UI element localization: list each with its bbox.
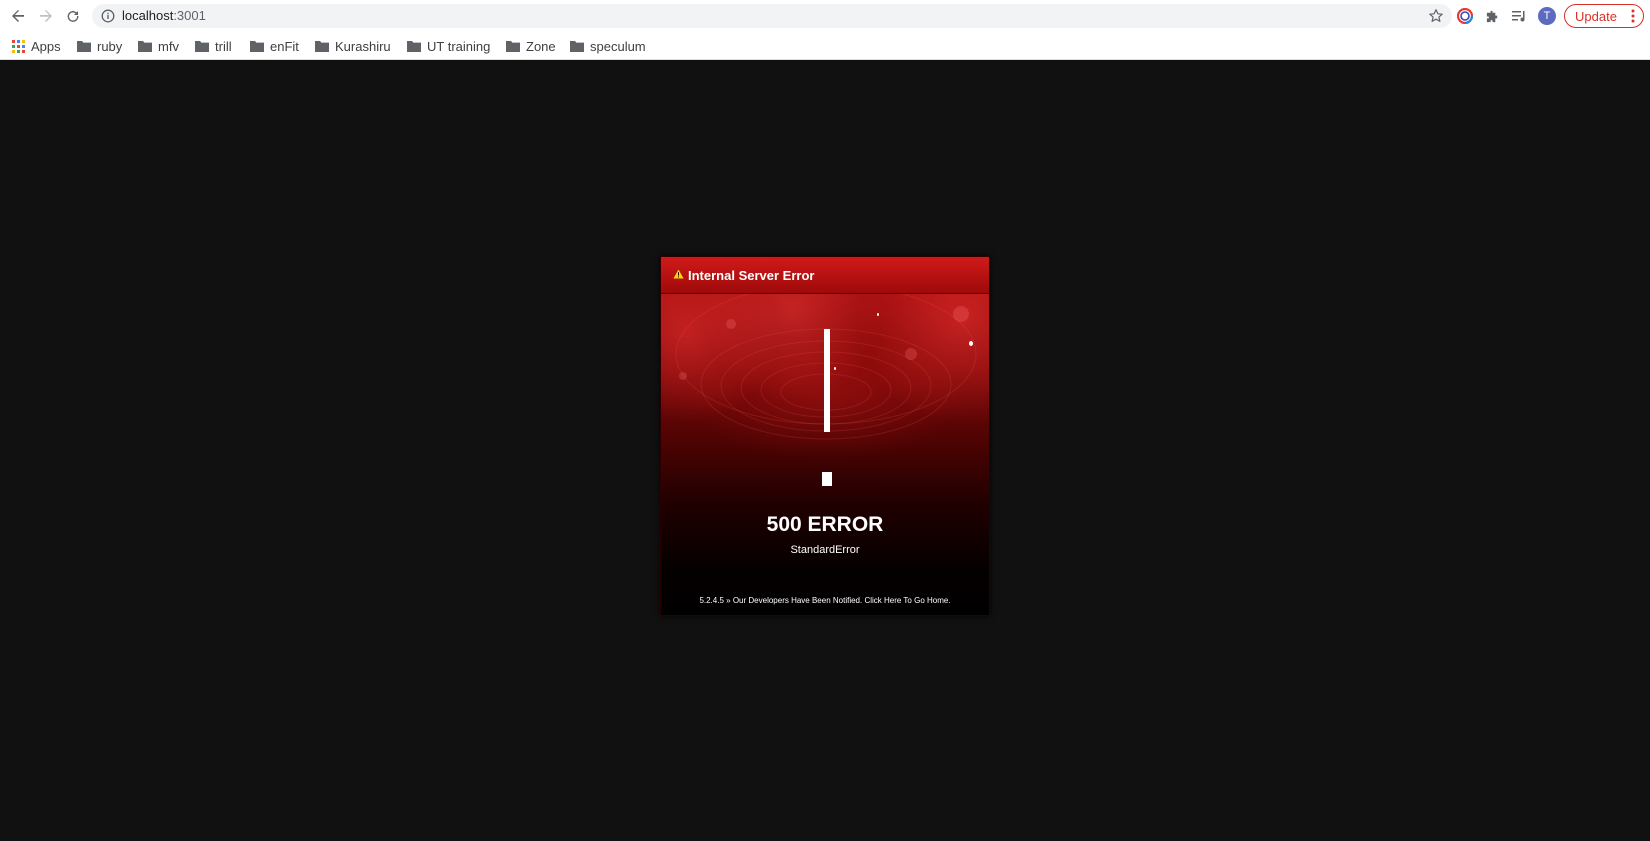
bookmark-label: mfv <box>158 38 179 54</box>
bookmark-folder-zone[interactable]: Zone <box>506 36 556 56</box>
bookmark-label: Kurashiru <box>335 38 391 54</box>
error-code: 500 ERROR <box>766 513 884 536</box>
folder-icon <box>138 41 152 52</box>
bookmark-label: Zone <box>526 38 556 54</box>
update-button[interactable]: Update <box>1564 4 1644 28</box>
warning-icon <box>673 269 684 279</box>
version-text: 5.2.4.5 <box>699 596 724 605</box>
url-host: localhost <box>122 8 174 23</box>
back-arrow-icon <box>12 10 24 22</box>
update-label: Update <box>1575 8 1617 24</box>
error-panel-body: 500 ERROR StandardError 5.2.4.5 » Our De… <box>661 294 989 615</box>
bookmark-folder-trill[interactable]: trill <box>195 36 232 56</box>
info-icon[interactable] <box>101 9 115 23</box>
error-panel-header: Internal Server Error <box>661 257 989 294</box>
back-button[interactable] <box>7 5 29 27</box>
error-panel: Internal Server Error 500 ERROR Standard… <box>660 256 990 616</box>
error-footer: 5.2.4.5 » Our Developers Have Been Notif… <box>661 596 989 605</box>
bookmark-folder-enfit[interactable]: enFit <box>250 36 299 56</box>
exception-name: StandardError <box>790 544 860 556</box>
spark <box>834 367 836 370</box>
folder-icon <box>506 41 520 52</box>
bookmark-label: ruby <box>97 38 123 54</box>
bookmark-label: UT training <box>427 38 491 54</box>
folder-icon <box>570 41 584 52</box>
folder-icon <box>250 41 264 52</box>
folder-icon <box>195 41 209 52</box>
bookmark-folder-ut-training[interactable]: UT training <box>407 36 490 56</box>
url-port: :3001 <box>173 8 206 23</box>
forward-arrow-icon <box>40 10 52 22</box>
spark <box>969 341 973 346</box>
broken-bar-graphic <box>824 329 830 432</box>
spark <box>877 313 879 316</box>
browser-toolbar: localhost:3001 T Update <box>0 0 1650 32</box>
bookmark-apps[interactable]: Apps <box>12 36 61 56</box>
puzzle-extensions-icon[interactable] <box>1483 7 1501 25</box>
media-queue-icon[interactable] <box>1510 7 1528 25</box>
broken-bar-fragment <box>822 472 832 486</box>
go-home-link[interactable]: Our Developers Have Been Notified. Click… <box>733 596 951 605</box>
bookmark-star-icon[interactable] <box>1428 8 1444 24</box>
separator: » <box>726 596 731 605</box>
bookmark-label: Apps <box>31 38 61 54</box>
bookmark-label: speculum <box>590 38 646 54</box>
menu-dots-icon <box>1631 9 1635 23</box>
bookmark-folder-speculum[interactable]: speculum <box>570 36 646 56</box>
folder-icon <box>77 41 91 52</box>
bookmark-folder-mfv[interactable]: mfv <box>138 36 179 56</box>
bookmark-folder-ruby[interactable]: ruby <box>77 36 122 56</box>
profile-avatar[interactable]: T <box>1538 7 1556 25</box>
error-panel-title: Internal Server Error <box>688 268 815 283</box>
forward-button[interactable] <box>35 5 57 27</box>
reload-icon <box>67 11 79 22</box>
reload-button[interactable] <box>62 5 84 27</box>
bookmark-folder-kurashiru[interactable]: Kurashiru <box>315 36 391 56</box>
folder-icon <box>407 41 421 52</box>
folder-icon <box>315 41 329 52</box>
url-text[interactable]: localhost:3001 <box>122 8 206 23</box>
bookmark-label: enFit <box>270 38 299 54</box>
color-extension-icon[interactable] <box>1456 7 1474 25</box>
bookmark-label: trill <box>215 38 232 54</box>
address-bar[interactable]: localhost:3001 <box>92 4 1452 28</box>
bookmarks-bar: Apps ruby mfv trill enFit Kurashiru UT t… <box>0 32 1650 60</box>
apps-grid-icon <box>12 39 25 53</box>
